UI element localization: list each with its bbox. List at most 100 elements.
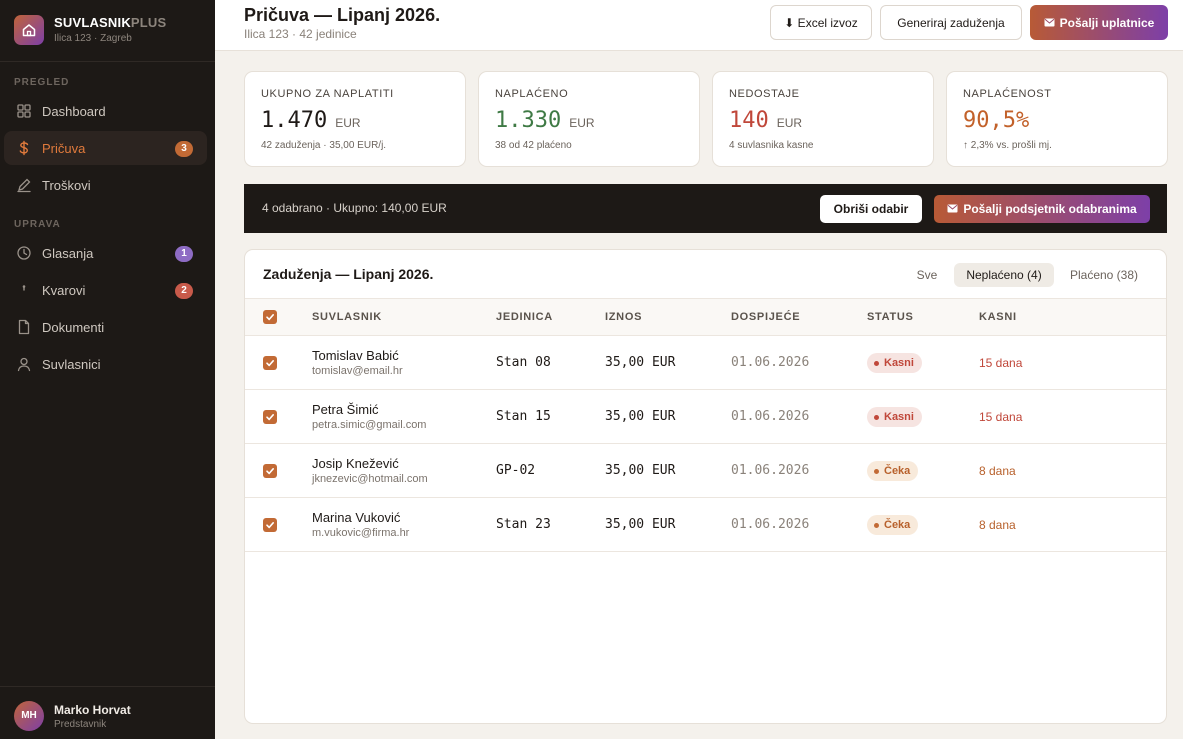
sidebar-item-kvarovi[interactable]: Kvarovi 2 [4, 273, 207, 307]
user-name: Marko Horvat [54, 703, 131, 717]
row-checkbox[interactable] [263, 356, 277, 370]
generate-charges-button[interactable]: Generiraj zaduženja [880, 5, 1022, 40]
nav-badge: 3 [175, 141, 193, 157]
user-profile[interactable]: MH Marko Horvat Predstavnik [0, 686, 215, 739]
selection-summary: 4 odabrano · Ukupno: 140,00 EUR [262, 201, 447, 215]
stat-note: 38 od 42 plaćeno [495, 140, 572, 151]
stat-card-total: UKUPNO ZA NAPLATITI 1.470 EUR 42 zaduženj… [244, 71, 466, 167]
brand: SUVLASNIKPLUS Ilica 123 · Zagreb [0, 0, 215, 62]
stat-note: 42 zaduženja · 35,00 EUR/j. [261, 140, 387, 151]
stat-card-collected: NAPLAĆENO 1.330 EUR 38 od 42 plaćeno [478, 71, 700, 167]
wrench-icon [16, 282, 32, 298]
late-days-cell: 15 dana [979, 410, 1023, 424]
stat-value: 90,5% [963, 108, 1030, 133]
send-reminder-button[interactable]: Pošalji podsjetnik odabranima [934, 195, 1150, 223]
panel-title: Zaduženja — Lipanj 2026. [263, 266, 434, 282]
owner-email: jknezevic@hotmail.com [312, 473, 428, 485]
check-icon [266, 314, 274, 321]
table-row[interactable]: Tomislav Babić tomislav@email.hr Stan 08… [245, 336, 1166, 390]
column-header-status[interactable]: STATUS [867, 311, 914, 323]
page-header: Pričuva — Lipanj 2026. Ilica 123 · 42 je… [215, 0, 1183, 51]
check-icon [266, 468, 274, 475]
stat-card-rate: NAPLAĆENOST 90,5% ↑ 2,3% vs. prošli mj. [946, 71, 1168, 167]
status-dot-icon [874, 522, 879, 528]
row-checkbox[interactable] [263, 464, 277, 478]
status-badge: Čeka [867, 461, 919, 481]
sidebar-item-label: Troškovi [42, 178, 91, 193]
sidebar-item-troskovi[interactable]: Troškovi [4, 168, 207, 202]
home-icon[interactable] [14, 15, 44, 45]
filter-unpaid[interactable]: Neplaćeno (4) [954, 263, 1054, 287]
clock-icon [16, 245, 32, 261]
excel-export-button[interactable]: ⬇ Excel izvoz [770, 5, 872, 40]
owner-name: Josip Knežević [312, 456, 399, 471]
late-days-cell: 8 dana [979, 518, 1016, 532]
status-dot-icon [874, 468, 879, 474]
status-badge: Kasni [867, 407, 922, 427]
owner-name: Petra Šimić [312, 402, 379, 417]
charges-panel: Zaduženja — Lipanj 2026. Sve Neplaćeno (… [244, 249, 1167, 724]
sidebar-item-suvlasnici[interactable]: Suvlasnici [4, 347, 207, 381]
column-header-amount[interactable]: IZNOS [605, 311, 642, 323]
brand-address: Ilica 123 · Zagreb [54, 33, 132, 44]
stat-note: ↑ 2,3% vs. prošli mj. [963, 140, 1052, 151]
unit-cell: Stan 08 [496, 355, 551, 370]
sidebar-item-glasanja[interactable]: Glasanja 1 [4, 236, 207, 270]
column-header-due[interactable]: DOSPIJEĆE [731, 311, 800, 323]
column-header-late[interactable]: KASNI [979, 311, 1017, 323]
sidebar-item-label: Glasanja [42, 246, 94, 261]
nav-section-admin: UPRAVA [14, 219, 61, 230]
send-payment-slips-button[interactable]: Pošalji uplatnice [1030, 5, 1168, 40]
nav-badge: 1 [175, 246, 193, 262]
avatar: MH [14, 701, 44, 731]
clear-selection-button[interactable]: Obriši odabir [820, 195, 922, 223]
row-checkbox[interactable] [263, 518, 277, 532]
due-date-cell: 01.06.2026 [731, 355, 810, 370]
late-days-cell: 15 dana [979, 356, 1023, 370]
owner-email: tomislav@email.hr [312, 365, 403, 377]
late-days-cell: 8 dana [979, 464, 1016, 478]
column-header-owner[interactable]: SUVLASNIK [312, 311, 382, 323]
stat-label: UKUPNO ZA NAPLATITI [261, 88, 394, 100]
stat-value: 1.470 EUR [261, 108, 361, 133]
stat-note: 4 suvlasnika kasne [729, 140, 814, 151]
grid-icon [16, 103, 32, 119]
sidebar-item-label: Kvarovi [42, 283, 86, 298]
table-row[interactable]: Petra Šimić petra.simic@gmail.com Stan 1… [245, 390, 1166, 444]
sidebar-item-dashboard[interactable]: Dashboard [4, 94, 207, 128]
page-title: Pričuva — Lipanj 2026. [244, 5, 441, 25]
status-badge: Kasni [867, 353, 922, 373]
owner-name: Tomislav Babić [312, 348, 399, 363]
page-subtitle: Ilica 123 · 42 jedinice [244, 27, 357, 41]
document-icon [16, 319, 32, 335]
amount-cell: 35,00 EUR [605, 355, 676, 370]
sidebar-item-label: Dashboard [42, 104, 106, 119]
amount-cell: 35,00 EUR [605, 517, 676, 532]
sidebar-item-pricuva[interactable]: Pričuva 3 [4, 131, 207, 165]
unit-cell: Stan 15 [496, 409, 551, 424]
filter-all[interactable]: Sve [909, 263, 945, 287]
stat-value: 1.330 EUR [495, 108, 595, 133]
column-header-unit[interactable]: JEDINICA [496, 311, 553, 323]
unit-cell: GP-02 [496, 463, 536, 478]
user-role: Predstavnik [54, 719, 107, 730]
due-date-cell: 01.06.2026 [731, 517, 810, 532]
amount-cell: 35,00 EUR [605, 409, 676, 424]
owner-email: petra.simic@gmail.com [312, 419, 427, 431]
status-dot-icon [874, 360, 879, 366]
stat-label: NEDOSTAJE [729, 88, 800, 100]
sidebar-item-dokumenti[interactable]: Dokumenti [4, 310, 207, 344]
user-icon [16, 356, 32, 372]
table-row[interactable]: Marina Vuković m.vukovic@firma.hr Stan 2… [245, 498, 1166, 552]
table-row[interactable]: Josip Knežević jknezevic@hotmail.com GP-… [245, 444, 1166, 498]
sidebar-item-label: Dokumenti [42, 320, 105, 335]
status-badge: Čeka [867, 515, 919, 535]
filter-paid[interactable]: Plaćeno (38) [1062, 263, 1146, 287]
sidebar-item-label: Pričuva [42, 141, 86, 156]
due-date-cell: 01.06.2026 [731, 409, 810, 424]
brand-name: SUVLASNIKPLUS [54, 15, 167, 30]
sidebar: SUVLASNIKPLUS Ilica 123 · Zagreb PREGLED… [0, 0, 215, 739]
select-all-checkbox[interactable] [263, 310, 277, 324]
stat-card-missing: NEDOSTAJE 140 EUR 4 suvlasnika kasne [712, 71, 934, 167]
row-checkbox[interactable] [263, 410, 277, 424]
